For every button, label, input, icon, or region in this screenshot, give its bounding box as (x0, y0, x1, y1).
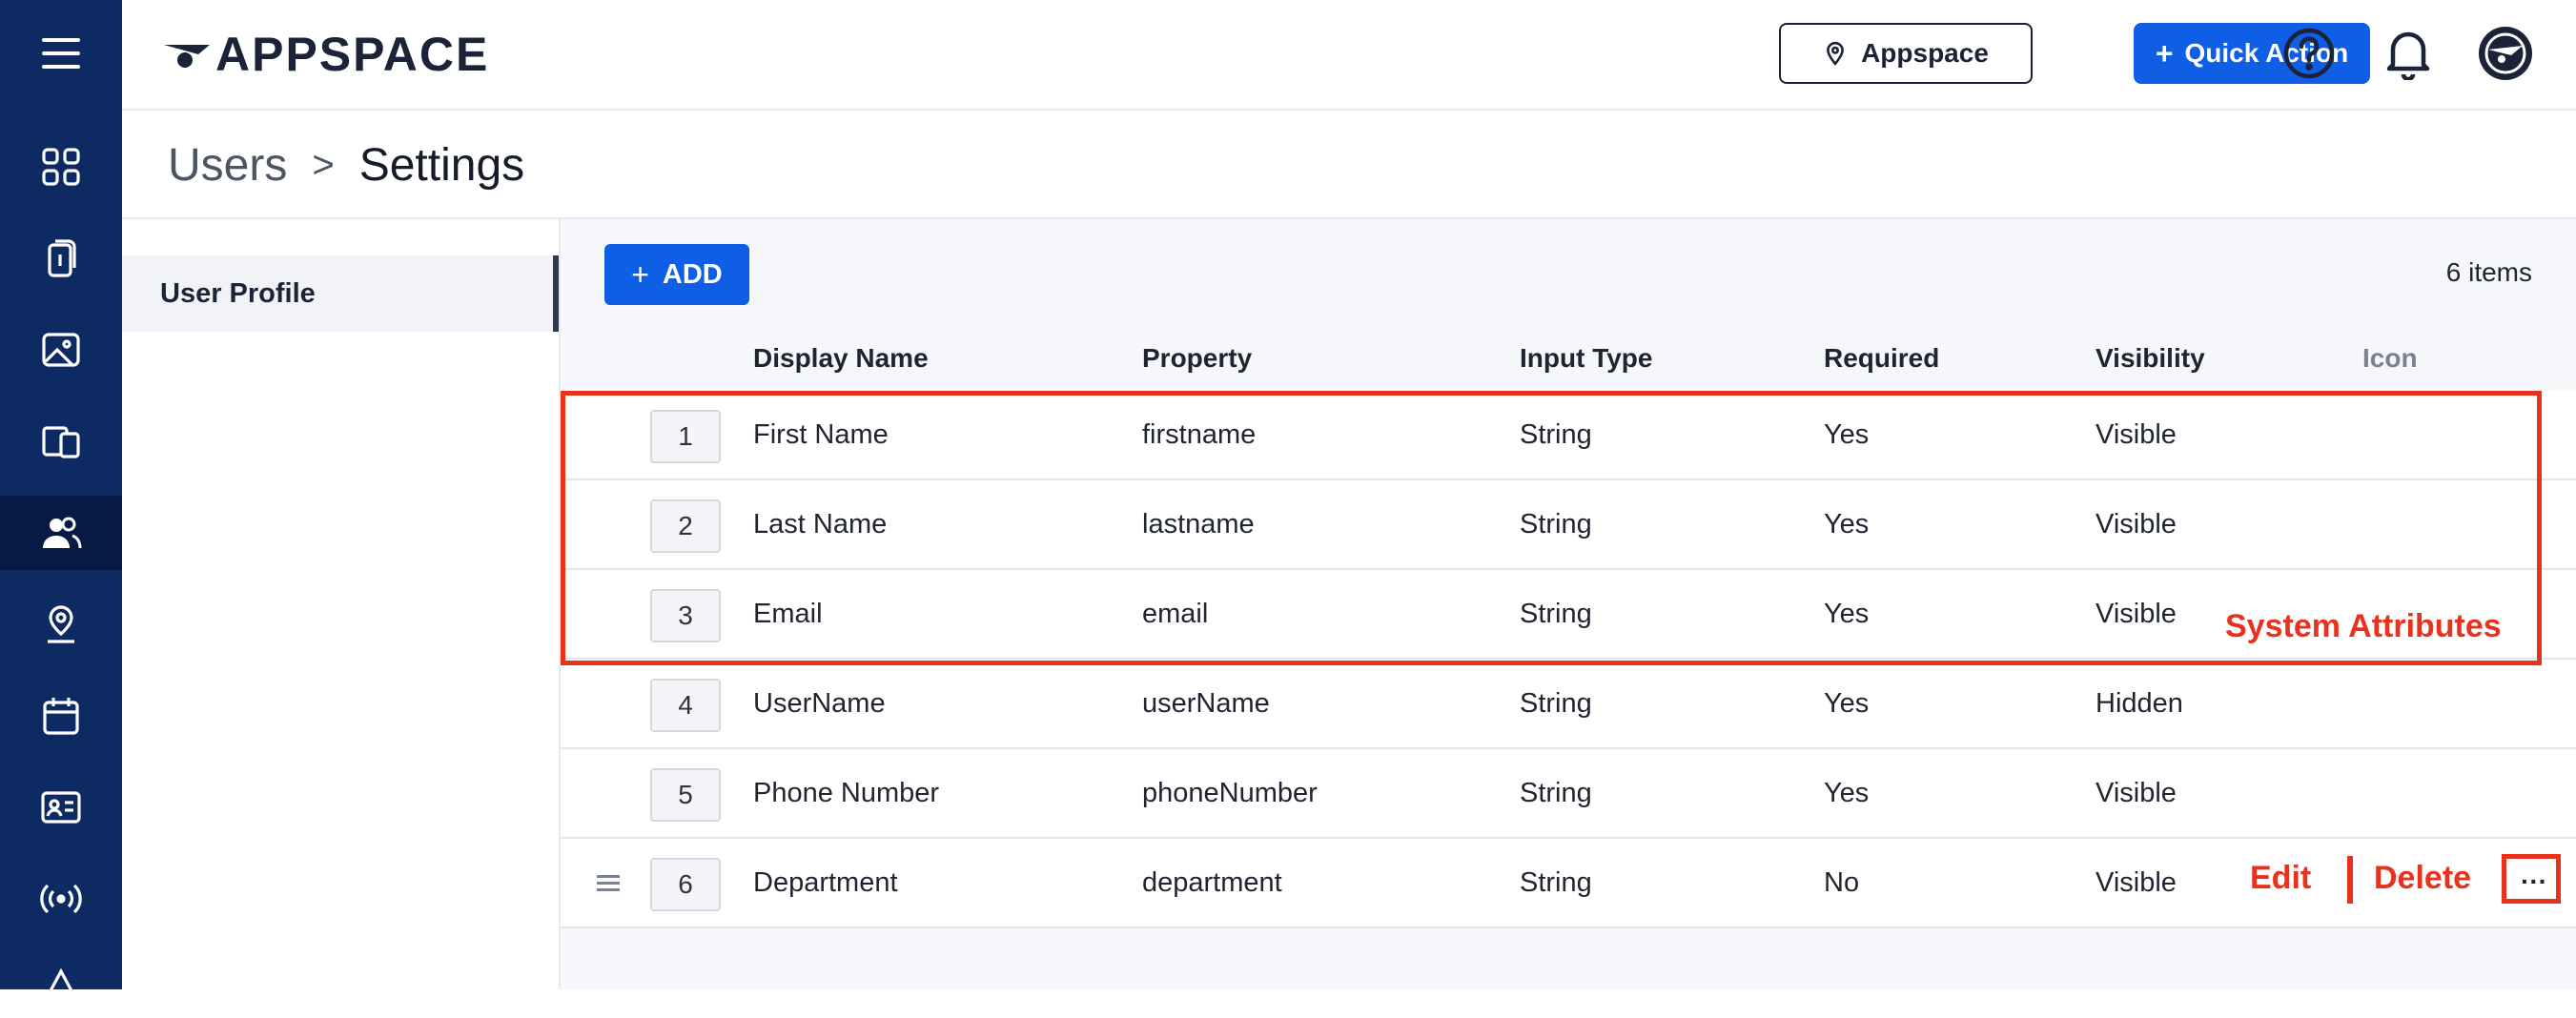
column-header-visibility[interactable]: Visibility (2096, 343, 2205, 374)
broadcast-icon[interactable] (0, 862, 122, 936)
cell-input-type: String (1520, 509, 1592, 540)
row-index: 4 (650, 679, 721, 732)
logo-mark-icon (164, 45, 210, 68)
channels-icon[interactable] (0, 221, 122, 295)
page-title: Settings (358, 139, 525, 191)
cell-property: lastname (1142, 509, 1255, 540)
subnav-item-label: User Profile (160, 277, 316, 309)
devices-icon[interactable] (0, 404, 122, 478)
row-index: 1 (650, 410, 721, 463)
drag-handle-icon[interactable] (597, 871, 620, 894)
cell-required: Yes (1824, 688, 1870, 719)
account-icon[interactable] (2477, 25, 2534, 82)
cell-property: firstname (1142, 419, 1257, 450)
edit-annotation: Edit (2250, 860, 2312, 896)
calendar-icon[interactable] (0, 679, 122, 753)
cell-property: department (1142, 867, 1282, 898)
cell-display-name: Email (753, 599, 823, 629)
dashboard-icon[interactable] (0, 130, 122, 204)
top-bar: APPSPACE Appspace + Quick Action (122, 0, 2576, 111)
cell-display-name: Last Name (753, 509, 888, 540)
cell-property: userName (1142, 688, 1270, 719)
table-row[interactable]: 5 Phone Number phoneNumber String Yes Vi… (561, 749, 2576, 839)
breadcrumb-users-link[interactable]: Users (168, 139, 287, 192)
menu-icon[interactable] (38, 34, 84, 72)
cell-visibility: Visible (2096, 867, 2177, 898)
add-plus-icon: + (631, 257, 649, 292)
column-header-property[interactable]: Property (1142, 343, 1252, 374)
cell-input-type: String (1520, 867, 1592, 898)
subnav-item-user-profile[interactable]: User Profile (122, 255, 559, 332)
cell-input-type: String (1520, 419, 1592, 450)
row-more-actions-button[interactable]: ··· (2507, 858, 2561, 906)
bell-icon[interactable] (2380, 25, 2437, 82)
cell-display-name: Department (753, 867, 898, 898)
cell-visibility: Visible (2096, 778, 2177, 808)
cell-required: Yes (1824, 419, 1870, 450)
logo-text: APPSPACE (215, 28, 490, 81)
column-header-display-name[interactable]: Display Name (753, 343, 929, 374)
row-index: 2 (650, 499, 721, 553)
table-header: Display Name Property Input Type Require… (561, 324, 2576, 391)
places-icon[interactable] (0, 587, 122, 662)
help-icon[interactable] (2280, 25, 2338, 82)
column-header-required[interactable]: Required (1824, 343, 1939, 374)
breadcrumb: Users > Settings (168, 132, 524, 198)
add-button-label: ADD (662, 258, 723, 290)
row-index: 6 (650, 858, 721, 911)
cell-required: Yes (1824, 599, 1870, 629)
cell-display-name: Phone Number (753, 778, 940, 808)
column-header-input-type[interactable]: Input Type (1520, 343, 1652, 374)
cell-visibility: Hidden (2096, 688, 2183, 719)
add-button[interactable]: + ADD (604, 244, 749, 305)
table-row[interactable]: 1 First Name firstname String Yes Visibl… (561, 391, 2576, 480)
id-card-icon[interactable] (0, 770, 122, 845)
cell-property: phoneNumber (1142, 778, 1318, 808)
cell-visibility: Visible (2096, 599, 2177, 629)
cell-required: Yes (1824, 778, 1870, 808)
appspace-logo[interactable]: APPSPACE (160, 27, 489, 82)
cell-display-name: UserName (753, 688, 886, 719)
cell-required: No (1824, 867, 1860, 898)
cell-property: email (1142, 599, 1209, 629)
plus-icon: + (2155, 36, 2174, 71)
users-icon[interactable] (0, 496, 122, 570)
annotation-divider (2347, 856, 2353, 904)
delete-annotation: Delete (2374, 860, 2472, 896)
row-index: 3 (650, 589, 721, 642)
cell-visibility: Visible (2096, 419, 2177, 450)
cell-visibility: Visible (2096, 509, 2177, 540)
nav-rail (0, 0, 122, 998)
cell-input-type: String (1520, 688, 1592, 719)
breadcrumb-separator: > (312, 143, 335, 186)
settings-subnav: User Profile (122, 217, 561, 989)
cell-input-type: String (1520, 599, 1592, 629)
row-index: 5 (650, 768, 721, 822)
item-count: 6 items (2445, 257, 2532, 287)
cell-display-name: First Name (753, 419, 889, 450)
location-button-label: Appspace (1861, 38, 1989, 68)
column-header-icon[interactable]: Icon (2362, 343, 2418, 374)
location-pin-icon (1827, 41, 1844, 66)
system-attributes-annotation: System Attributes (2225, 608, 2502, 644)
location-button[interactable]: Appspace (1779, 23, 2033, 84)
cell-input-type: String (1520, 778, 1592, 808)
table-row[interactable]: 4 UserName userName String Yes Hidden (561, 660, 2576, 749)
library-icon[interactable] (0, 313, 122, 387)
cell-required: Yes (1824, 509, 1870, 540)
table-row[interactable]: 2 Last Name lastname String Yes Visible (561, 480, 2576, 570)
alert-icon[interactable] (0, 944, 122, 1018)
